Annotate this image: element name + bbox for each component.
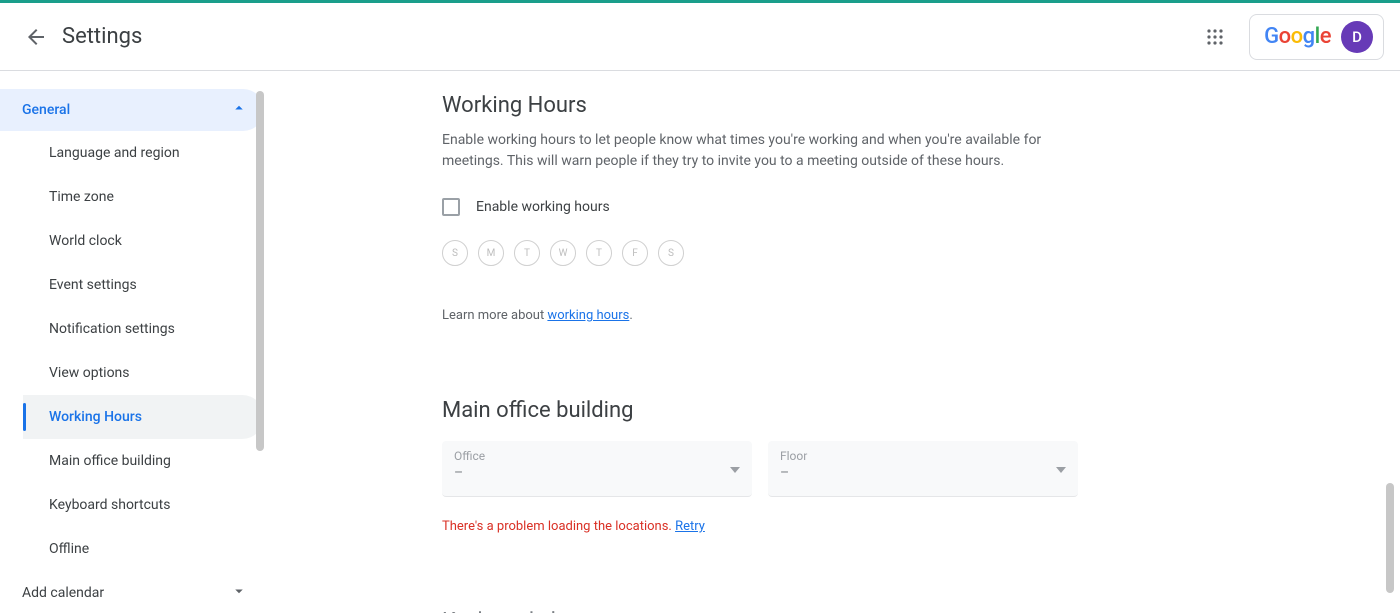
sidebar-item-notification-settings[interactable]: Notification settings [23, 307, 264, 351]
dropdown-icon [730, 461, 740, 477]
sidebar-category-add-calendar[interactable]: Add calendar [0, 571, 264, 613]
sidebar-item-world-clock[interactable]: World clock [23, 219, 264, 263]
checkbox-label: Enable working hours [476, 199, 610, 215]
sidebar-item-label: Main office building [49, 453, 171, 469]
office-select[interactable]: Office – [442, 441, 752, 497]
section-main-office-building: Main office building Office – Floor – Th… [442, 398, 1142, 534]
avatar[interactable]: D [1341, 21, 1373, 53]
error-message: There's a problem loading the locations. [442, 519, 675, 534]
location-error: There's a problem loading the locations.… [442, 519, 1142, 534]
section-title: Main office building [442, 398, 1142, 423]
sidebar-item-main-office-building[interactable]: Main office building [23, 439, 264, 483]
sidebar-item-view-options[interactable]: View options [23, 351, 264, 395]
day-tue[interactable]: T [514, 240, 540, 266]
select-label: Floor [780, 449, 1066, 463]
learn-more: Learn more about working hours. [442, 308, 1142, 323]
sidebar: General Language and region Time zone Wo… [0, 71, 264, 613]
floor-select[interactable]: Floor – [768, 441, 1078, 497]
sidebar-category-general[interactable]: General [0, 89, 264, 131]
day-picker: S M T W T F S [442, 240, 1142, 266]
sidebar-item-label: View options [49, 365, 130, 381]
sidebar-item-label: Event settings [49, 277, 137, 293]
sidebar-scrollbar[interactable] [256, 91, 264, 451]
section-description: Enable working hours to let people know … [442, 130, 1102, 172]
sidebar-item-label: World clock [49, 233, 122, 249]
section-working-hours: Working Hours Enable working hours to le… [442, 93, 1142, 323]
select-value: – [454, 465, 740, 481]
google-apps-button[interactable] [1195, 17, 1235, 57]
sidebar-item-language-and-region[interactable]: Language and region [23, 131, 264, 175]
back-button[interactable] [16, 17, 56, 57]
google-logo: Google [1264, 24, 1331, 49]
day-sat[interactable]: S [658, 240, 684, 266]
sidebar-sublist: Language and region Time zone World cloc… [22, 131, 264, 571]
sidebar-item-offline[interactable]: Offline [23, 527, 264, 571]
section-keyboard-shortcuts: Keyboard shortcuts [442, 609, 1142, 613]
arrow-left-icon [24, 25, 48, 49]
select-value: – [780, 465, 1066, 481]
header: Settings Google D [0, 3, 1400, 71]
chevron-up-icon [230, 99, 248, 121]
day-fri[interactable]: F [622, 240, 648, 266]
section-title: Working Hours [442, 93, 1142, 118]
select-row: Office – Floor – [442, 441, 1142, 497]
working-hours-link[interactable]: working hours [547, 308, 629, 323]
section-title: Keyboard shortcuts [442, 609, 1142, 613]
sidebar-item-label: Language and region [49, 145, 180, 161]
apps-grid-icon [1206, 28, 1224, 46]
sidebar-item-working-hours[interactable]: Working Hours [23, 395, 264, 439]
sidebar-item-time-zone[interactable]: Time zone [23, 175, 264, 219]
body: General Language and region Time zone Wo… [0, 71, 1400, 613]
page-title: Settings [62, 24, 142, 49]
main-scrollbar[interactable] [1386, 483, 1394, 593]
sidebar-item-label: Notification settings [49, 321, 175, 337]
account-box[interactable]: Google D [1249, 14, 1384, 60]
main: Working Hours Enable working hours to le… [264, 71, 1400, 613]
sidebar-item-label: Working Hours [49, 409, 142, 425]
day-sun[interactable]: S [442, 240, 468, 266]
day-mon[interactable]: M [478, 240, 504, 266]
enable-working-hours-checkbox[interactable] [442, 198, 460, 216]
day-wed[interactable]: W [550, 240, 576, 266]
sidebar-category-label: General [22, 102, 70, 118]
sidebar-item-event-settings[interactable]: Event settings [23, 263, 264, 307]
chevron-down-icon [230, 582, 248, 604]
day-thu[interactable]: T [586, 240, 612, 266]
retry-link[interactable]: Retry [675, 519, 705, 534]
sidebar-category-label: Add calendar [22, 585, 104, 601]
dropdown-icon [1056, 461, 1066, 477]
sidebar-item-label: Time zone [49, 189, 114, 205]
sidebar-item-keyboard-shortcuts[interactable]: Keyboard shortcuts [23, 483, 264, 527]
select-label: Office [454, 449, 740, 463]
enable-working-hours-row: Enable working hours [442, 198, 1142, 216]
sidebar-item-label: Keyboard shortcuts [49, 497, 170, 513]
sidebar-item-label: Offline [49, 541, 89, 557]
